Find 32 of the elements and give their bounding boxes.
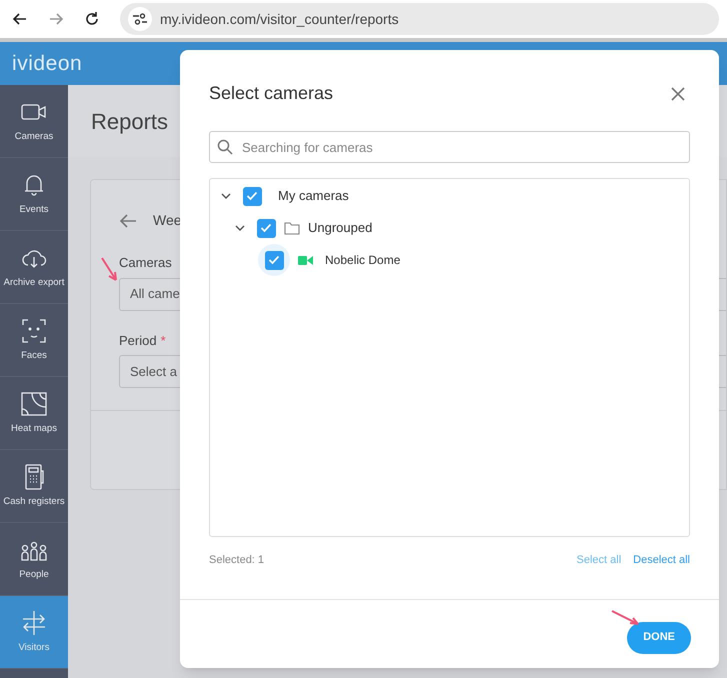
tree-item-label[interactable]: My cameras [278, 186, 349, 206]
back-icon[interactable] [12, 11, 28, 27]
search-icon [217, 139, 233, 155]
checkbox[interactable] [242, 186, 262, 206]
field-label: Cameras [119, 254, 172, 272]
checkmark-icon [260, 223, 272, 233]
site-settings-icon[interactable] [133, 13, 147, 25]
checkbox[interactable] [264, 250, 284, 270]
required-mark: * [160, 332, 166, 350]
checkbox[interactable] [256, 218, 276, 238]
reload-icon[interactable] [84, 11, 100, 27]
transfer-arrows-icon [20, 608, 48, 637]
report-name: Wee [153, 211, 182, 230]
close-icon[interactable] [671, 86, 685, 100]
address-bar[interactable]: my.ivideon.com/visitor_counter/reports [120, 3, 719, 35]
url-text: my.ivideon.com/visitor_counter/reports [160, 10, 399, 29]
dialog-title: Select cameras [209, 82, 334, 105]
face-scan-icon [20, 316, 48, 345]
folder-icon [284, 221, 300, 235]
field-label: Period [119, 332, 157, 350]
forward-icon[interactable] [48, 11, 64, 27]
page-title: Reports [91, 108, 168, 136]
back-arrow-icon[interactable] [119, 212, 137, 228]
checkmark-icon [268, 255, 280, 265]
video-camera-icon [298, 254, 313, 266]
search-field[interactable]: Searching for cameras [209, 131, 690, 163]
selected-count: Selected: 1 [209, 553, 266, 568]
checkmark-icon [246, 191, 258, 201]
annotation-arrow [610, 609, 640, 627]
tree-item-label[interactable]: Nobelic Dome [325, 251, 400, 269]
tree-item-label[interactable]: Ungrouped [308, 218, 372, 238]
heat-map-icon [20, 390, 48, 418]
